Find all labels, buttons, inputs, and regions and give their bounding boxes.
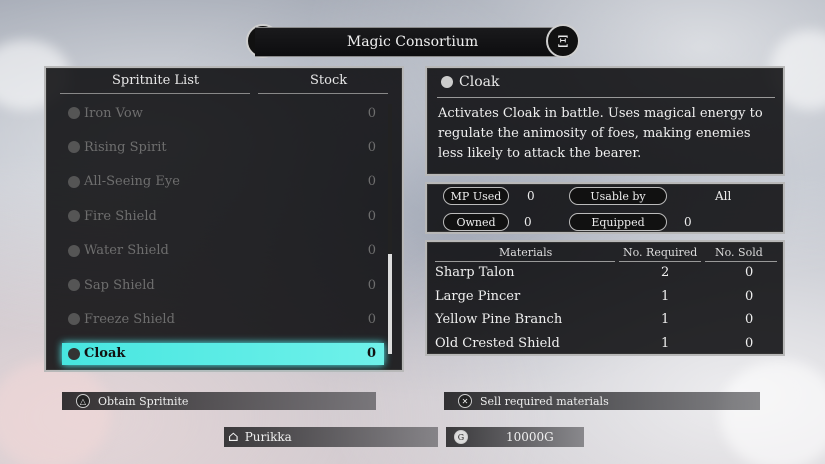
detail-divider (437, 97, 775, 98)
spritnite-icon (68, 347, 80, 360)
owned-label: Owned (443, 213, 509, 231)
description-panel: Cloak Activates Cloak in battle. Uses ma… (425, 66, 785, 176)
mp-used-value: 0 (527, 189, 535, 203)
page-title-banner: Magic Consortium (255, 27, 570, 57)
spritnite-icon (68, 313, 80, 326)
spritnite-list-item[interactable]: Cloak 0 (62, 342, 384, 365)
spritnite-list-item[interactable]: Iron Vow 0 (62, 102, 384, 124)
material-sold: 0 (745, 288, 754, 304)
list-column-stock: Stock (310, 73, 348, 88)
spritnite-stock: 0 (367, 243, 376, 259)
material-sold: 0 (745, 312, 754, 327)
materials-column-name: Materials (499, 246, 553, 259)
list-header: Spritnite List Stock (46, 68, 402, 96)
material-required: 1 (661, 335, 670, 351)
owned-value: 0 (524, 215, 532, 229)
spritnite-name: All-Seeing Eye (84, 174, 180, 190)
house-icon: ⌂ (228, 429, 239, 445)
obtain-spritnite-label: Obtain Spritnite (98, 394, 189, 408)
spritnite-name: Fire Shield (84, 208, 157, 224)
equipped-value: 0 (684, 215, 692, 229)
spritnite-list-item[interactable]: Freeze Shield 0 (62, 308, 384, 330)
material-row: Sharp Talon 2 0 (435, 262, 775, 286)
materials-column-sold: No. Sold (715, 246, 763, 259)
mp-used-label: MP Used (443, 187, 509, 205)
usable-by-label: Usable by (569, 187, 667, 205)
spritnite-name: Freeze Shield (84, 311, 175, 327)
spritnite-list-item[interactable]: Water Shield 0 (62, 240, 384, 262)
spritnite-name: Rising Spirit (84, 139, 167, 155)
material-row: Yellow Pine Branch 1 0 (435, 309, 775, 333)
sell-materials-prompt[interactable]: ✕ Sell required materials (444, 392, 760, 410)
header-divider (60, 93, 250, 94)
detail-title: Cloak (441, 74, 499, 90)
materials-panel: Materials No. Required No. Sold Sharp Ta… (425, 240, 785, 356)
spritnite-stock: 0 (367, 311, 376, 327)
material-required: 1 (661, 288, 670, 304)
spritnite-list-item[interactable]: All-Seeing Eye 0 (62, 171, 384, 193)
spritnite-list-item[interactable]: Rising Spirit 0 (62, 136, 384, 158)
spritnite-icon (68, 210, 80, 223)
spritnite-icon (68, 279, 80, 291)
spritnite-icon (68, 107, 80, 119)
material-name: Sharp Talon (435, 265, 515, 280)
detail-description: Activates Cloak in battle. Uses magical … (438, 106, 763, 161)
location-bar: ⌂ Purikka (224, 427, 438, 447)
material-name: Large Pincer (435, 288, 521, 304)
spritnite-list-panel: Spritnite List Stock Iron Vow 0 Rising Spi… (44, 66, 404, 372)
spritnite-icon (68, 244, 80, 257)
material-row: Large Pincer 1 0 (435, 286, 775, 310)
spritnite-icon (68, 175, 80, 188)
gold-coin-icon: G (454, 430, 468, 444)
spritnite-icon (68, 141, 80, 154)
spritnite-stock: 0 (367, 277, 376, 293)
materials-column-required: No. Required (623, 246, 698, 259)
spritnite-name: Water Shield (84, 243, 169, 259)
spritnite-list-item[interactable]: Fire Shield 0 (62, 205, 384, 227)
detail-name: Cloak (459, 74, 500, 90)
material-name: Yellow Pine Branch (435, 312, 563, 327)
spritnite-stock: 0 (366, 346, 376, 362)
material-name: Old Crested Shield (435, 335, 560, 351)
right-emblem-icon: Ξ (546, 24, 580, 58)
gold-bar: G 10000G (446, 427, 584, 447)
triangle-button-icon: △ (76, 394, 90, 408)
spritnite-stock: 0 (367, 174, 376, 190)
spritnite-stock: 0 (367, 208, 376, 224)
sell-materials-label: Sell required materials (480, 394, 609, 408)
equipped-label: Equipped (569, 213, 667, 231)
stats-panel: MP Used 0 Usable by All Owned 0 Equipped… (425, 182, 785, 234)
emblem-glyph: Ξ (557, 31, 569, 51)
header-divider (258, 93, 388, 94)
location-name: Purikka (244, 430, 292, 444)
material-sold: 0 (745, 265, 754, 280)
cross-button-icon: ✕ (458, 394, 472, 408)
material-required: 2 (661, 265, 670, 280)
usable-by-value: All (715, 189, 732, 203)
spritnite-name: Cloak (84, 346, 126, 362)
spritnite-name: Iron Vow (84, 105, 143, 121)
spritnite-name: Sap Shield (84, 277, 155, 293)
page-title: Magic Consortium (346, 34, 479, 50)
gold-amount: 10000G (506, 430, 554, 444)
spritnite-list-item[interactable]: Sap Shield 0 (62, 274, 384, 296)
list-scrollbar-thumb[interactable] (388, 254, 392, 354)
spritnite-stock: 0 (367, 139, 376, 155)
material-row: Old Crested Shield 1 0 (435, 333, 775, 357)
spritnite-icon (441, 76, 453, 88)
material-required: 1 (661, 312, 670, 327)
spritnite-stock: 0 (367, 105, 376, 121)
obtain-spritnite-prompt[interactable]: △ Obtain Spritnite (62, 392, 376, 410)
list-column-name: Spritnite List (112, 73, 200, 88)
material-sold: 0 (745, 335, 754, 351)
